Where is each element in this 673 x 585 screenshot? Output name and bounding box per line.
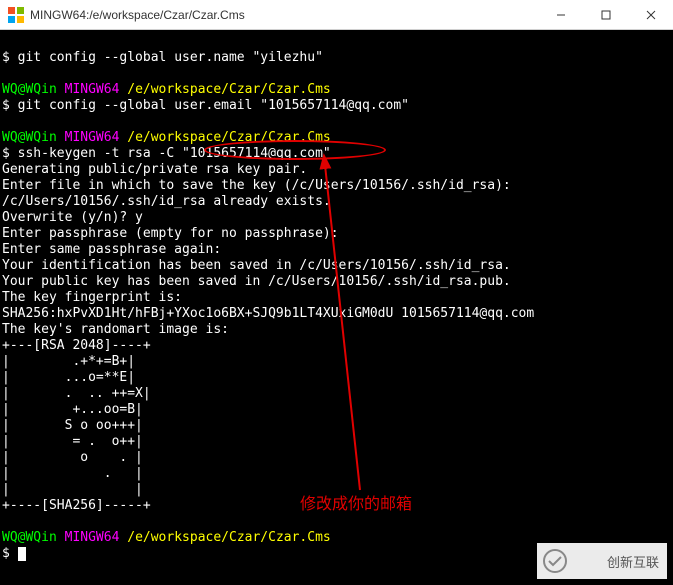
close-button[interactable] [628,0,673,29]
terminal-output: Overwrite (y/n)? y [2,210,143,225]
terminal-output: /c/Users/10156/.ssh/id_rsa already exist… [2,194,331,209]
terminal-output: Enter file in which to save the key (/c/… [2,178,511,193]
prompt-env: MINGW64 [65,530,120,545]
watermark: 创新互联 [537,543,667,579]
terminal-output: The key fingerprint is: [2,290,182,305]
prompt-env: MINGW64 [65,130,120,145]
terminal-output: Your identification has been saved in /c… [2,258,511,273]
terminal-output: $ git config --global user.email "101565… [2,98,409,113]
terminal-output: Generating public/private rsa key pair. [2,162,307,177]
prompt-env: MINGW64 [65,82,120,97]
terminal-output: SHA256:hxPvXD1Ht/hFBj+YXoc1o6BX+SJQ9b1LT… [2,306,534,321]
randomart-line: | ...o=**E| [2,370,135,385]
prompt-symbol: $ [2,546,10,561]
minimize-button[interactable] [538,0,583,29]
randomart-line: | .+*+=B+| [2,354,135,369]
terminal-output: The key's randomart image is: [2,322,229,337]
terminal-output: Your public key has been saved in /c/Use… [2,274,511,289]
window-controls [538,0,673,29]
prompt-path: /e/workspace/Czar/Czar.Cms [127,82,331,97]
terminal-output: Enter passphrase (empty for no passphras… [2,226,339,241]
terminal-output: Enter same passphrase again: [2,242,221,257]
cursor [18,547,26,561]
randomart-line: +---[RSA 2048]----+ [2,338,151,353]
app-icon [8,7,24,23]
prompt-user: WQ@WQin [2,82,57,97]
terminal-output: $ ssh-keygen -t rsa -C "1015657114@qq.co… [2,146,331,161]
randomart-line: | = . o++| [2,434,143,449]
prompt-user: WQ@WQin [2,530,57,545]
watermark-icon [543,549,567,573]
window-title: MINGW64:/e/workspace/Czar/Czar.Cms [30,8,538,22]
randomart-line: | +...oo=B| [2,402,143,417]
prompt-path: /e/workspace/Czar/Czar.Cms [127,130,331,145]
randomart-line: | S o oo+++| [2,418,143,433]
randomart-line: | | [2,482,143,497]
randomart-line: +----[SHA256]-----+ [2,498,151,513]
randomart-line: | o . | [2,450,143,465]
maximize-button[interactable] [583,0,628,29]
terminal[interactable]: $ git config --global user.name "yilezhu… [0,30,673,585]
prompt-user: WQ@WQin [2,130,57,145]
randomart-line: | . | [2,466,143,481]
randomart-line: | . .. ++=X| [2,386,151,401]
terminal-output: $ git config --global user.name "yilezhu… [2,50,323,65]
window-titlebar: MINGW64:/e/workspace/Czar/Czar.Cms [0,0,673,30]
watermark-text: 创新互联 [607,552,659,571]
prompt-path: /e/workspace/Czar/Czar.Cms [127,530,331,545]
